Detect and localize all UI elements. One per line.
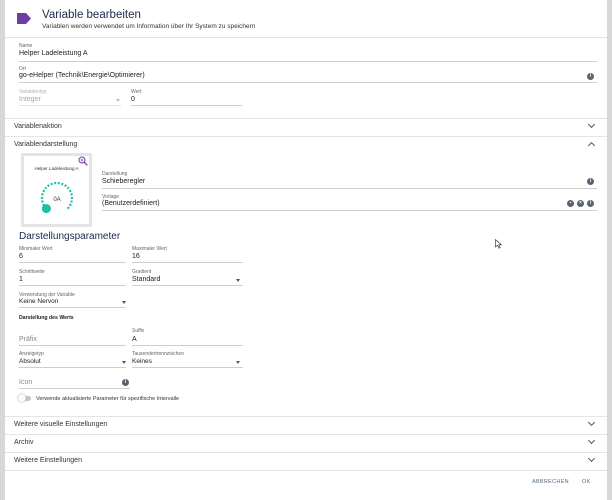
section-archive[interactable]: Archiv xyxy=(5,434,607,451)
params-heading: Darstellungsparameter xyxy=(19,231,121,242)
chevron-down-icon xyxy=(587,436,596,445)
max-input[interactable]: 16 xyxy=(132,253,140,260)
dialog-header: Variable bearbeiten Variablen werden ver… xyxy=(5,0,607,38)
chevron-down-icon xyxy=(236,279,240,282)
step-input[interactable]: 1 xyxy=(19,276,23,283)
gauge-slider[interactable]: 0A xyxy=(24,156,89,224)
cancel-button[interactable]: ABBRECHEN xyxy=(532,479,569,485)
thousands-underline xyxy=(132,367,243,368)
vartype-label: Variablentyp xyxy=(19,89,47,95)
location-input[interactable]: go-eHelper (Technik\Energie\Optimierer) xyxy=(19,72,145,79)
preview-tile: Helper Ladeleistung A 0A xyxy=(24,156,89,224)
vartype-select: Integer xyxy=(19,96,41,103)
toggle-knob[interactable] xyxy=(18,394,26,402)
zoom-icon[interactable] xyxy=(78,156,88,166)
section-title: Variablenaktion xyxy=(14,123,62,130)
icon-underline xyxy=(19,388,130,389)
section-more-settings[interactable]: Weitere Einstellungen xyxy=(5,452,607,469)
prefix-input[interactable]: Präfix xyxy=(19,336,37,343)
gradient-underline xyxy=(132,285,243,286)
max-label: Maximaler Wert xyxy=(132,246,167,252)
thousands-select[interactable]: Keines xyxy=(132,358,152,365)
chevron-down-icon xyxy=(122,301,126,304)
section-title: Weitere Einstellungen xyxy=(14,457,82,464)
tag-icon xyxy=(17,13,31,24)
suffix-input[interactable]: A xyxy=(132,336,137,343)
save-icon[interactable]: ▪ xyxy=(567,200,574,207)
chevron-down-icon xyxy=(587,418,596,427)
display-type-select[interactable]: Absolut xyxy=(19,358,41,365)
gauge-value: 0A xyxy=(53,197,60,203)
slider-knob[interactable] xyxy=(41,204,51,214)
name-input[interactable]: Helper Ladeleistung A xyxy=(19,50,88,57)
presentation-label: Darstellung xyxy=(102,171,128,177)
section-title: Archiv xyxy=(14,439,34,446)
chevron-down-icon xyxy=(236,361,240,364)
value-display-heading: Darstellung des Werts xyxy=(19,315,74,321)
info-icon[interactable]: i xyxy=(122,379,129,386)
thousands-label: Tausendertrennzeichen xyxy=(132,351,184,357)
suffix-label: Suffix xyxy=(132,328,145,334)
right-frame xyxy=(607,0,612,500)
chevron-down-icon xyxy=(587,454,596,463)
dialog-subtitle: Variablen werden verwendet um Informatio… xyxy=(42,23,256,30)
interval-toggle-label: Verwende aktualisierte Parameter für spe… xyxy=(36,396,180,402)
section-title: Weitere visuelle Einstellungen xyxy=(14,421,108,428)
section-title: Variablendarstellung xyxy=(14,141,78,148)
dialog-footer: ABBRECHEN OK xyxy=(5,470,607,500)
step-underline xyxy=(19,285,126,286)
section-visual-settings[interactable]: Weitere visuelle Einstellungen xyxy=(5,416,607,433)
section-variable-display[interactable]: Variablendarstellung xyxy=(5,136,607,153)
step-label: Schrittweite xyxy=(19,269,45,275)
gradient-select[interactable]: Standard xyxy=(132,276,160,283)
value-underline xyxy=(131,105,242,106)
presentation-input[interactable]: Schieberegler xyxy=(102,178,145,185)
section-variable-action[interactable]: Variablenaktion xyxy=(5,118,607,135)
clear-icon[interactable]: × xyxy=(577,200,584,207)
info-icon[interactable]: i xyxy=(587,73,594,80)
template-input[interactable]: (Benutzerdefiniert) xyxy=(102,200,160,207)
info-icon[interactable]: i xyxy=(587,200,594,207)
max-underline xyxy=(132,262,243,263)
prefix-underline xyxy=(19,345,126,346)
display-type-underline xyxy=(19,367,126,368)
icon-input[interactable]: Icon xyxy=(19,379,32,386)
ok-button[interactable]: OK xyxy=(582,479,591,485)
chevron-down-icon xyxy=(122,361,126,364)
display-type-label: Anzeigetyp xyxy=(19,351,44,357)
name-label: Name xyxy=(19,43,33,49)
chevron-down-icon xyxy=(587,120,596,129)
name-underline xyxy=(19,61,597,62)
chevron-down-icon xyxy=(116,99,120,102)
location-underline xyxy=(19,82,597,83)
usage-underline xyxy=(19,307,126,308)
min-input[interactable]: 6 xyxy=(19,253,23,260)
dialog-title: Variable bearbeiten xyxy=(42,9,141,21)
mouse-cursor-icon xyxy=(495,239,502,249)
vartype-underline xyxy=(19,105,121,106)
gradient-label: Gradient xyxy=(132,269,152,275)
value-input[interactable]: 0 xyxy=(131,96,135,103)
template-underline xyxy=(102,210,597,211)
usage-select[interactable]: Keine Nervon xyxy=(19,298,58,305)
info-icon[interactable]: i xyxy=(587,178,594,185)
min-label: Minimaler Wert xyxy=(19,246,53,252)
min-underline xyxy=(19,262,126,263)
value-label: Wert xyxy=(131,89,142,95)
presentation-underline xyxy=(102,188,597,189)
suffix-underline xyxy=(132,345,243,346)
chevron-up-icon xyxy=(587,141,596,150)
